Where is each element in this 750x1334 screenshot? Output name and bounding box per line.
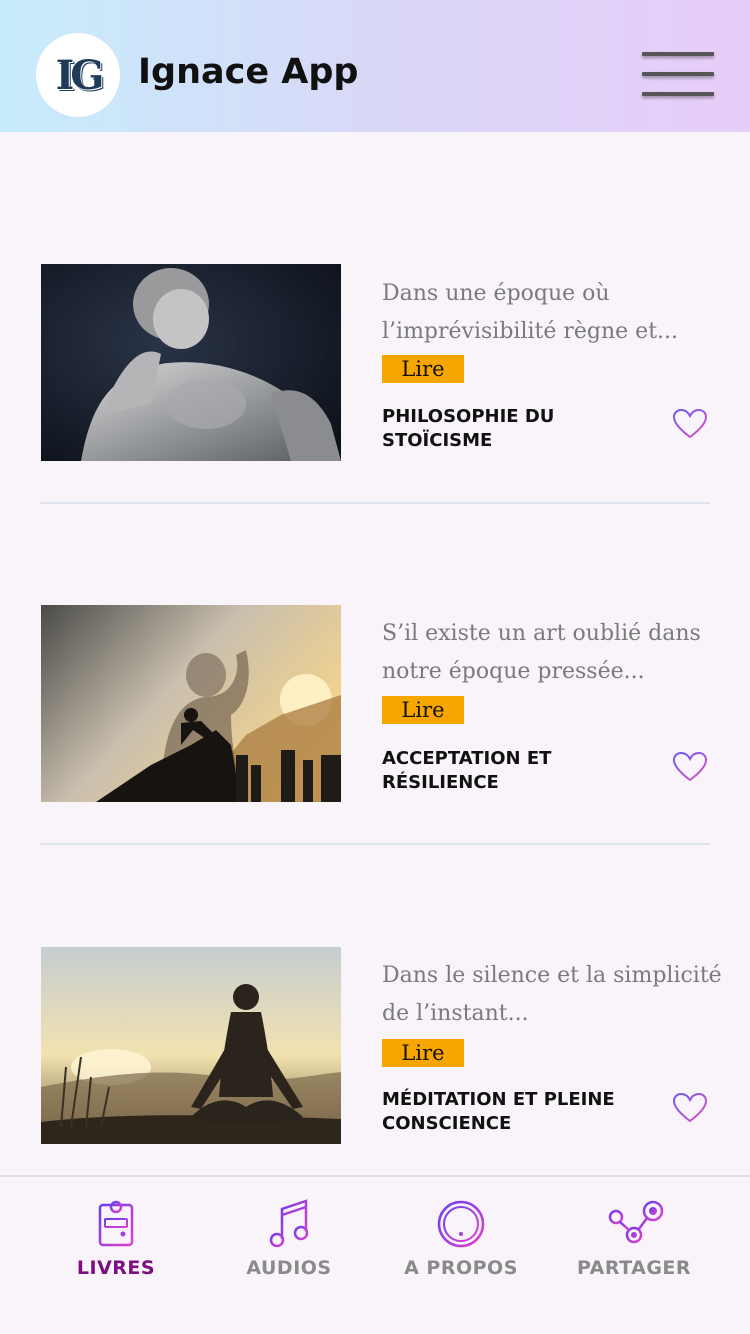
tab-label: PARTAGER — [576, 1257, 692, 1279]
app-logo[interactable]: IG — [36, 33, 120, 117]
statue-photo-icon — [41, 264, 341, 461]
book-excerpt: S’il existe un art oublié dans notre épo… — [382, 621, 701, 684]
tab-label: A PROPOS — [404, 1257, 518, 1279]
divider — [40, 502, 710, 504]
app-title: Ignace App — [138, 52, 359, 92]
book-cover-image[interactable] — [41, 264, 341, 461]
read-button[interactable]: Lire — [382, 1039, 464, 1067]
tab-label: LIVRES — [76, 1257, 156, 1279]
climber-photo-icon — [41, 605, 341, 802]
hamburger-menu-icon[interactable] — [642, 50, 714, 100]
book-title: MÉDITATION ET PLEINE CONSCIENCE — [382, 1089, 615, 1134]
share-icon — [608, 1200, 664, 1244]
divider — [40, 843, 710, 845]
logo-text: IG — [55, 51, 105, 99]
tab-a-propos[interactable]: A PROPOS — [376, 1197, 546, 1307]
tab-label: AUDIOS — [246, 1257, 332, 1279]
heart-icon[interactable] — [672, 1092, 708, 1124]
book-cover-image[interactable] — [41, 605, 341, 802]
heart-icon[interactable] — [672, 751, 708, 783]
book-title: PHILOSOPHIE DU STOÏCISME — [382, 406, 555, 451]
book-excerpt: Dans une époque où l’imprévisibilité règ… — [382, 281, 679, 344]
heart-icon[interactable] — [672, 408, 708, 440]
tab-partager[interactable]: PARTAGER — [549, 1197, 719, 1307]
book-cover-image[interactable] — [41, 947, 341, 1144]
book-title: ACCEPTATION ET RÉSILIENCE — [382, 748, 552, 793]
app-header: IG Ignace App — [0, 0, 750, 132]
info-icon — [437, 1200, 485, 1248]
read-button[interactable]: Lire — [382, 696, 464, 724]
book-icon — [98, 1200, 134, 1247]
music-icon — [269, 1199, 309, 1248]
tab-livres[interactable]: LIVRES — [31, 1197, 201, 1307]
tab-audios[interactable]: AUDIOS — [204, 1197, 374, 1307]
book-excerpt: Dans le silence et la simplicité de l’in… — [382, 963, 722, 1026]
meditation-photo-icon — [41, 947, 341, 1144]
bottom-tab-bar: LIVRES AUDIOS A PROPOS PARTAGER — [0, 1175, 750, 1334]
read-button[interactable]: Lire — [382, 355, 464, 383]
